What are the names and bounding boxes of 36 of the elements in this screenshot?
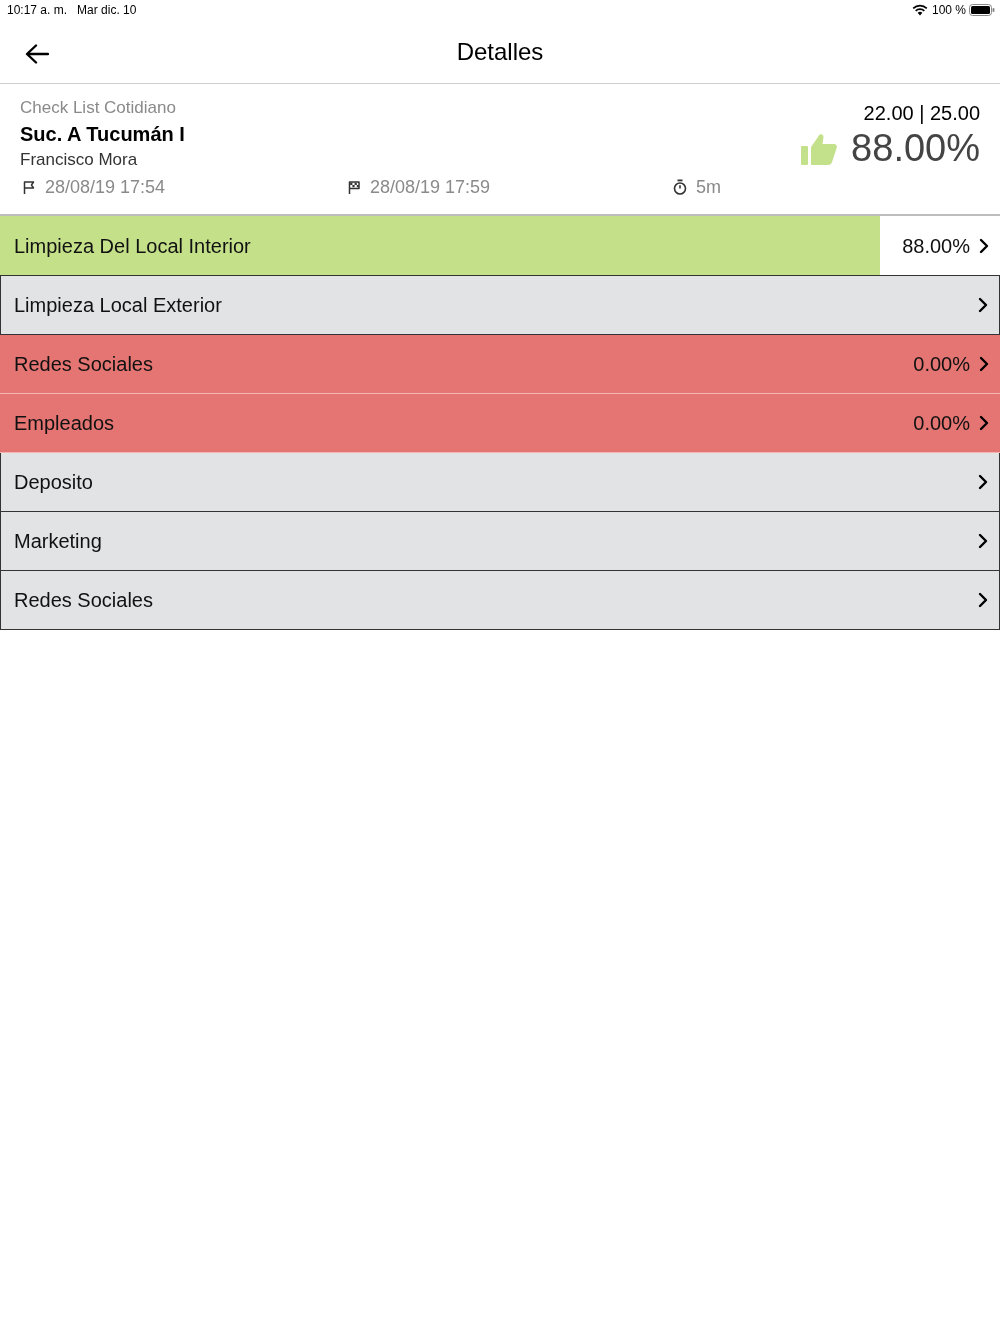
section-row[interactable]: Deposito (0, 453, 1000, 512)
checkered-flag-icon (348, 180, 360, 194)
end-time: 28/08/19 17:59 (370, 176, 491, 198)
status-time: 10:17 a. m. (7, 3, 68, 17)
branch-name: Suc. A Tucumán I (20, 122, 185, 147)
chevron-right-icon (978, 533, 988, 549)
score-percent: 88.00% (851, 126, 980, 170)
section-score: 0.00% (913, 411, 970, 435)
section-row[interactable]: Limpieza Local Exterior (0, 276, 1000, 335)
checklist-name: Check List Cotidiano (20, 97, 177, 119)
chevron-right-icon (979, 415, 989, 431)
section-row[interactable]: Redes Sociales (0, 571, 1000, 630)
battery-icon (969, 4, 995, 16)
section-score: 88.00% (902, 233, 970, 258)
section-row[interactable]: Limpieza Del Local Interior 88.00% (0, 216, 1000, 276)
section-row[interactable]: Marketing (0, 512, 1000, 571)
points-total: 22.00 | 25.00 (863, 101, 980, 126)
status-date: Mar dic. 10 (77, 3, 137, 17)
chevron-right-icon (979, 237, 989, 254)
page-title: Detalles (456, 37, 544, 66)
flag-icon (23, 180, 35, 194)
section-row[interactable]: Redes Sociales 0.00% (0, 335, 1000, 394)
battery-percent: 100 % (931, 3, 966, 17)
section-row[interactable]: Empleados 0.00% (0, 394, 1000, 453)
chevron-right-icon (979, 356, 989, 372)
chevron-right-icon (978, 474, 988, 490)
start-time: 28/08/19 17:54 (45, 176, 166, 198)
wifi-icon (911, 4, 928, 16)
thumbs-up-icon (801, 133, 838, 165)
section-score: 0.00% (913, 352, 970, 376)
inspector-name: Francisco Mora (20, 149, 139, 171)
stopwatch-icon (673, 179, 687, 195)
chevron-right-icon (978, 592, 988, 608)
duration: 5m (696, 176, 721, 198)
back-arrow-icon (25, 44, 49, 64)
chevron-right-icon (978, 297, 988, 313)
